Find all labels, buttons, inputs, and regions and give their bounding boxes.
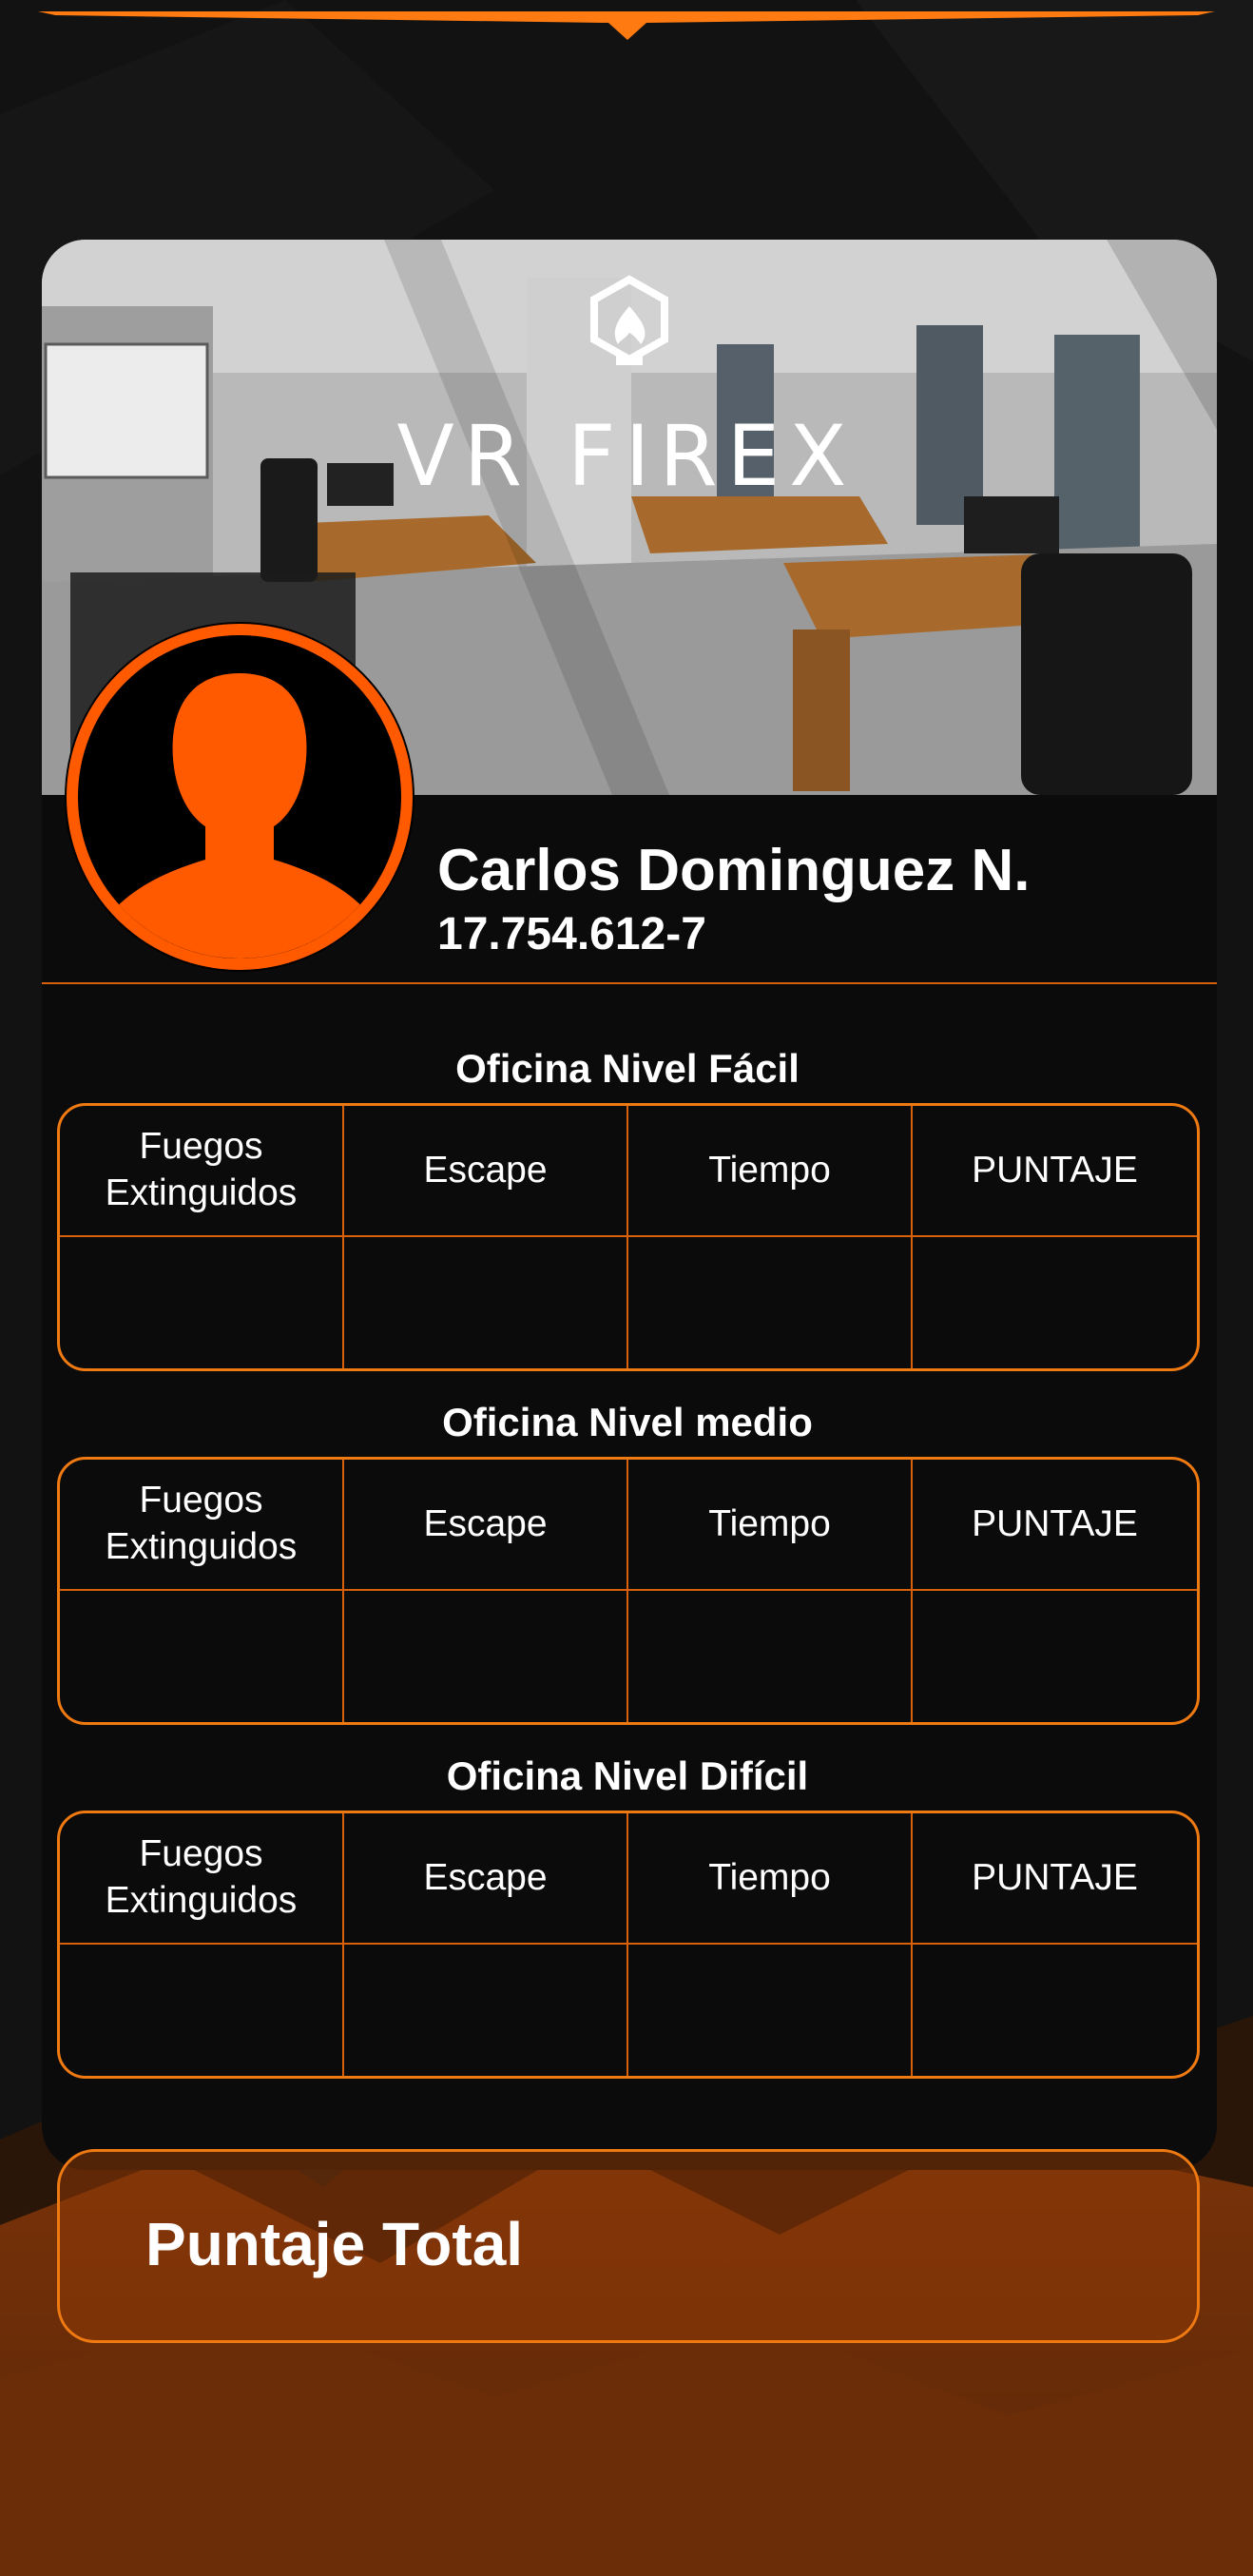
value-time [628, 1945, 913, 2076]
value-fires-extinguished [60, 1237, 344, 1368]
header-escape: Escape [344, 1813, 628, 1945]
score-table-medium: Fuegos Extinguidos Escape Tiempo PUNTAJE [57, 1457, 1200, 1725]
top-accent-bar [38, 11, 1215, 40]
level-title-easy: Oficina Nivel Fácil [455, 1046, 800, 1091]
header-fires-extinguished: Fuegos Extinguidos [60, 1460, 344, 1591]
profile-id-number: 17.754.612-7 [437, 909, 706, 959]
value-score [913, 1237, 1197, 1368]
profile-divider [42, 982, 1217, 984]
total-score-label: Puntaje Total [145, 2210, 524, 2278]
score-table-easy: Fuegos Extinguidos Escape Tiempo PUNTAJE [57, 1103, 1200, 1371]
header-fires-extinguished: Fuegos Extinguidos [60, 1813, 344, 1945]
level-title-hard: Oficina Nivel Difícil [446, 1753, 809, 1798]
level-title-medium: Oficina Nivel medio [442, 1400, 813, 1444]
brand-wordmark: VR FIREX [396, 407, 857, 505]
value-score [913, 1945, 1197, 2076]
value-time [628, 1591, 913, 1722]
value-escape [344, 1945, 628, 2076]
header-fires-extinguished: Fuegos Extinguidos [60, 1106, 344, 1237]
score-table-hard: Fuegos Extinguidos Escape Tiempo PUNTAJE [57, 1811, 1200, 2079]
header-score: PUNTAJE [913, 1106, 1197, 1237]
header-score: PUNTAJE [913, 1813, 1197, 1945]
total-score-box: Puntaje Total [57, 2149, 1200, 2343]
value-escape [344, 1591, 628, 1722]
header-score: PUNTAJE [913, 1460, 1197, 1591]
header-escape: Escape [344, 1106, 628, 1237]
header-time: Tiempo [628, 1813, 913, 1945]
header-time: Tiempo [628, 1460, 913, 1591]
value-fires-extinguished [60, 1591, 344, 1722]
header-escape: Escape [344, 1460, 628, 1591]
header-time: Tiempo [628, 1106, 913, 1237]
value-score [913, 1591, 1197, 1722]
value-escape [344, 1237, 628, 1368]
value-time [628, 1237, 913, 1368]
profile-name: Carlos Dominguez N. [437, 838, 1031, 903]
user-silhouette-icon [65, 622, 414, 972]
value-fires-extinguished [60, 1945, 344, 2076]
